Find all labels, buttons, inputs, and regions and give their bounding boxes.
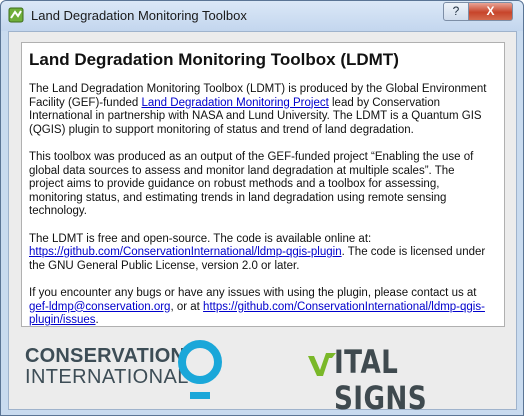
contact-paragraph: If you encounter any bugs or have any is…: [29, 287, 491, 328]
ldmp-project-link[interactable]: Land Degradation Monitoring Project: [141, 97, 328, 109]
title-bar[interactable]: Land Degradation Monitoring Toolbox ? X: [1, 1, 523, 31]
conservation-international-ring-icon: [178, 340, 222, 399]
contact-text-2: , or at: [170, 300, 204, 313]
contact-text-1: If you encounter any bugs or have any is…: [29, 286, 477, 299]
ci-line-1: CONSERVATION: [25, 345, 186, 367]
conservation-international-logo-text: CONSERVATION INTERNATIONAL: [25, 346, 189, 388]
vital-signs-logo-text: ITAL SIGNS: [334, 343, 428, 417]
dialog-body: Land Degradation Monitoring Toolbox (LDM…: [8, 31, 517, 416]
vital-signs-v-icon: [308, 353, 336, 376]
license-paragraph: The LDMT is free and open-source. The co…: [29, 233, 491, 274]
partner-logos: CONSERVATION INTERNATIONAL ITAL SIGNS: [9, 332, 516, 416]
window-title: Land Degradation Monitoring Toolbox: [31, 8, 247, 23]
license-text-1: The LDMT is free and open-source. The co…: [29, 232, 372, 245]
ci-line-2: INTERNATIONAL: [25, 366, 189, 388]
contact-text-3: .: [95, 314, 99, 327]
project-paragraph: This toolbox was produced as an output o…: [29, 150, 474, 218]
about-text-panel[interactable]: Land Degradation Monitoring Toolbox (LDM…: [21, 42, 505, 327]
app-icon: [8, 7, 24, 23]
intro-paragraph: The Land Degradation Monitoring Toolbox …: [29, 83, 491, 137]
help-button[interactable]: ?: [443, 2, 469, 21]
close-icon: X: [486, 4, 495, 18]
dialog-window: Land Degradation Monitoring Toolbox ? X …: [0, 0, 524, 416]
help-icon: ?: [452, 4, 460, 18]
email-link[interactable]: gef-ldmp@conservation.org: [29, 301, 170, 313]
about-heading: Land Degradation Monitoring Toolbox (LDM…: [29, 50, 399, 69]
close-button[interactable]: X: [468, 2, 513, 21]
github-repo-link[interactable]: https://github.com/ConservationInternati…: [29, 246, 342, 258]
